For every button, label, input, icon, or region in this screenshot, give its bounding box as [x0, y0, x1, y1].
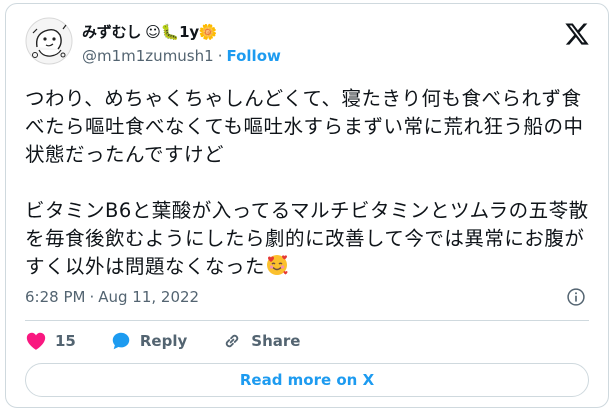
- user-handle[interactable]: @m1m1zumush1: [82, 47, 214, 65]
- tweet-paragraph-2: ビタミンB6と葉酸が入ってるマルチビタミンとツムラの五苓散を毎食後飲むようにした…: [25, 197, 595, 285]
- handle-row: @m1m1zumush1 · Follow: [82, 47, 281, 65]
- like-button[interactable]: 15: [25, 330, 76, 352]
- smiling-face-with-hearts-icon: [265, 253, 289, 285]
- tweet-text: つわり、めちゃくちゃしんどくて、寝たきり何も食べられず食べたら嘔吐食べなくても嘔…: [25, 85, 595, 285]
- tweet-card: みずむし ☺🐛1y🌼 @m1m1zumush1 · Follow つわり、めちゃ…: [5, 3, 609, 408]
- tweet-paragraph-1: つわり、めちゃくちゃしんどくて、寝たきり何も食べられず食べたら嘔吐食べなくても嘔…: [25, 87, 584, 166]
- display-name[interactable]: みずむし: [82, 21, 141, 42]
- reply-label: Reply: [139, 332, 188, 350]
- handle-separator: ·: [217, 47, 223, 65]
- follow-button[interactable]: Follow: [226, 47, 280, 65]
- heart-icon: [26, 332, 46, 350]
- timestamp-row[interactable]: 6:28 PM · Aug 11, 2022: [25, 288, 199, 306]
- read-more-button[interactable]: Read more on X: [25, 363, 589, 397]
- x-logo-icon[interactable]: [564, 21, 590, 47]
- name-emojis: ☺🐛1y🌼: [145, 22, 218, 41]
- share-button[interactable]: Share: [221, 330, 300, 352]
- reply-button[interactable]: Reply: [110, 330, 187, 352]
- tweet-date[interactable]: Aug 11, 2022: [98, 288, 199, 306]
- avatar[interactable]: [25, 17, 73, 65]
- like-count: 15: [55, 332, 76, 350]
- share-label: Share: [251, 332, 301, 350]
- tweet-paragraph-2-text: ビタミンB6と葉酸が入ってるマルチビタミンとツムラの五苓散を毎食後飲むようにした…: [25, 199, 589, 278]
- reply-bubble-icon: [112, 332, 130, 350]
- action-bar: 15 Reply Share: [25, 330, 334, 352]
- meta-separator: ·: [89, 288, 95, 306]
- info-icon[interactable]: [566, 287, 586, 307]
- author-name-row[interactable]: みずむし ☺🐛1y🌼: [82, 21, 218, 42]
- divider: [25, 320, 589, 321]
- share-link-icon: [226, 334, 239, 348]
- tweet-time[interactable]: 6:28 PM: [25, 288, 85, 306]
